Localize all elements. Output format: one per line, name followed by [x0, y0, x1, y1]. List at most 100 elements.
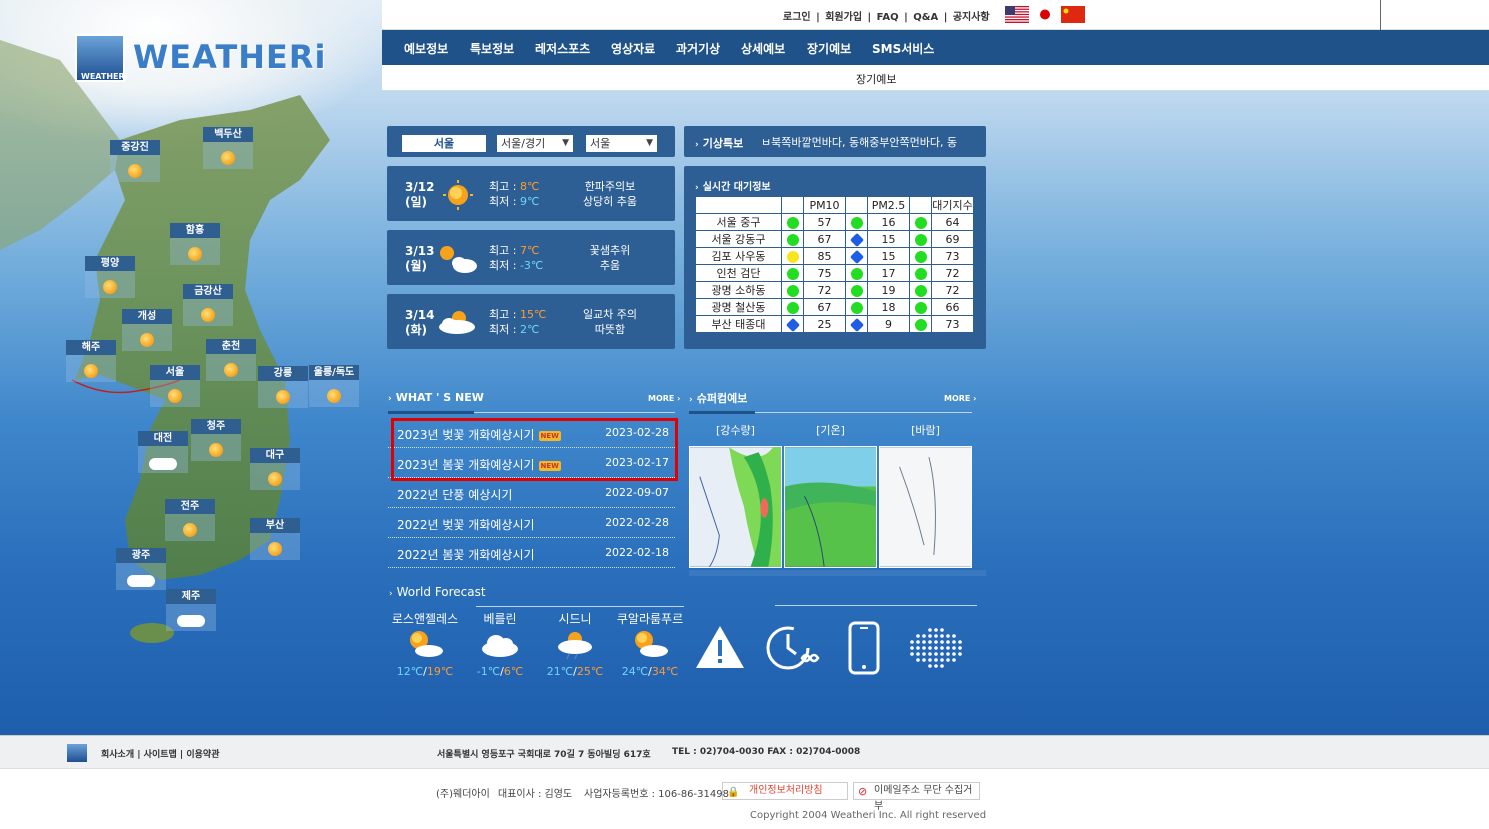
status-dot-icon — [914, 284, 927, 297]
news-item[interactable]: 2022년 벚꽃 개화예상시기 2022-02-28 — [388, 508, 675, 538]
email-policy-button[interactable]: ⊘ 이메일주소 무단 수집거부 — [853, 782, 980, 812]
supercom-more-link[interactable]: MORE › — [944, 394, 976, 403]
login-link[interactable]: 로그인 — [783, 12, 811, 23]
divider — [1380, 0, 1381, 30]
news-item[interactable]: 2022년 봄꽃 개화예상시기 2022-02-18 — [388, 538, 675, 568]
table-header-icon — [781, 196, 804, 214]
wind-map-thumbnail[interactable] — [879, 446, 972, 568]
divider — [775, 605, 977, 606]
qna-link[interactable]: Q&A — [913, 12, 938, 23]
faq-link[interactable]: FAQ — [877, 12, 899, 23]
pm25-level-icon — [845, 230, 868, 248]
city-label[interactable]: 울릉/독도 — [309, 365, 359, 380]
china-flag-icon[interactable] — [1061, 6, 1085, 23]
mobile-phone-icon[interactable] — [836, 620, 892, 676]
top-utility-bar: 로그인 | 회원가입 | FAQ | Q&A | 공지사항 — [382, 0, 1489, 30]
city-label[interactable]: 전주 — [165, 499, 215, 514]
separator: | — [816, 12, 820, 23]
hi-temp: 19℃ — [426, 665, 454, 678]
table-header: 대기지수 — [931, 196, 974, 214]
city-label[interactable]: 개성 — [122, 309, 172, 324]
sub-nav: 장기예보 — [382, 65, 1489, 91]
nav-item-detail[interactable]: 상세예보 — [741, 40, 785, 57]
forecast-card[interactable]: 3/13 (월) 최고 : 7℃ 최저 : -3℃ 꽃샘추위 추움 — [387, 230, 675, 285]
status-dot-icon — [914, 250, 927, 263]
footer-links[interactable]: 회사소개 | 사이트맵 | 이용약관 — [101, 747, 219, 760]
chevron-right-icon: › — [388, 394, 392, 404]
station-name: 광명 소하동 — [695, 281, 782, 299]
world-city-name[interactable]: 시드니 — [535, 610, 615, 627]
separator: | — [904, 12, 908, 23]
region-select[interactable]: 서울/경기 ▼ — [497, 135, 573, 152]
news-item[interactable]: 2022년 단풍 예상시기 2022-09-07 — [388, 478, 675, 508]
nav-item-leisure[interactable]: 레저스포츠 — [535, 40, 590, 57]
chevron-right-icon: › — [695, 140, 699, 150]
world-city-temps: 21℃/25℃ — [535, 665, 615, 678]
city-label[interactable]: 강릉 — [258, 366, 308, 381]
pm10-value: 75 — [803, 264, 846, 282]
city-label[interactable]: 청주 — [191, 419, 241, 434]
city-label[interactable]: 대전 — [138, 431, 188, 446]
city-select[interactable]: 서울 ▼ — [586, 135, 657, 152]
city-label[interactable]: 제주 — [166, 589, 216, 604]
city-label[interactable]: 중강진 — [110, 140, 160, 155]
nav-item-longterm[interactable]: 장기예보 — [807, 40, 851, 57]
city-label[interactable]: 광주 — [116, 548, 166, 563]
notice-link[interactable]: 공지사항 — [953, 12, 990, 23]
pm25-level-icon — [845, 298, 868, 316]
note-line2: 상당히 추움 — [582, 195, 638, 208]
date-text: 3/12 — [405, 180, 435, 194]
city-label[interactable]: 함흥 — [170, 223, 220, 238]
whats-new-more-link[interactable]: MORE › — [648, 394, 680, 403]
note-line2: 따뜻함 — [594, 323, 626, 336]
aqi-value: 66 — [931, 298, 974, 316]
city-label[interactable]: 춘천 — [206, 339, 256, 354]
region-select-value: 서울/경기 — [501, 137, 546, 150]
hi-label: 최고 : — [489, 180, 520, 193]
city-label[interactable]: 백두산 — [203, 127, 253, 142]
dotted-globe-icon[interactable] — [908, 620, 964, 676]
city-label[interactable]: 금강산 — [183, 284, 233, 299]
nav-item-sms[interactable]: SMS서비스 — [872, 40, 934, 57]
nav-item-warning[interactable]: 특보정보 — [470, 40, 514, 57]
japan-flag-icon[interactable] — [1033, 6, 1057, 23]
city-label[interactable]: 서울 — [150, 365, 200, 380]
site-logo[interactable]: WEATHERi WEATHERi — [75, 32, 326, 84]
sun-icon — [443, 180, 473, 210]
nav-item-forecast[interactable]: 예보정보 — [404, 40, 448, 57]
forecast-card[interactable]: 3/12 (일) 최고 : 8℃ 최저 : 9℃ 한파주의보 상당히 추움 — [387, 166, 675, 221]
forecast-card[interactable]: 3/14 (화) 최고 : 15℃ 최저 : 2℃ 일교차 주의 따뜻함 — [387, 294, 675, 349]
day-text: (화) — [405, 323, 428, 337]
us-flag-icon[interactable] — [1005, 6, 1029, 23]
sun-rain-icon — [558, 632, 592, 660]
city-label[interactable]: 해주 — [66, 340, 116, 355]
nav-item-video[interactable]: 영상자료 — [611, 40, 655, 57]
signup-link[interactable]: 회원가입 — [825, 12, 862, 23]
cloud-icon — [482, 635, 518, 657]
warning-panel[interactable]: › 기상특보 ㅂ북쪽바깥먼바다, 동해중부안쪽먼바다, 동 — [684, 126, 986, 157]
lo-temp: 24℃ — [621, 665, 649, 678]
world-city-name[interactable]: 베를린 — [460, 610, 540, 627]
logo-text: WEATHERi — [133, 38, 327, 76]
clock-infinity-icon[interactable] — [764, 620, 820, 676]
world-city-temps: -1℃/6℃ — [460, 665, 540, 678]
world-city-name[interactable]: 로스앤젤레스 — [385, 610, 465, 627]
precipitation-map-thumbnail[interactable] — [689, 446, 782, 568]
sub-nav-current[interactable]: 장기예보 — [856, 71, 896, 87]
day-text: (일) — [405, 195, 428, 209]
city-label[interactable]: 평양 — [85, 256, 135, 271]
privacy-policy-button[interactable]: 🔒 개인정보처리방침 — [722, 782, 848, 800]
world-city-name[interactable]: 쿠알라룸푸르 — [610, 610, 690, 627]
news-title-wrap: 2022년 단풍 예상시기 — [397, 486, 512, 503]
nav-item-past[interactable]: 과거기상 — [676, 40, 720, 57]
city-label[interactable]: 대구 — [250, 448, 300, 463]
warning-icon[interactable] — [692, 620, 748, 676]
status-dot-icon — [785, 317, 800, 332]
city-label[interactable]: 부산 — [250, 518, 300, 533]
warning-ticker[interactable]: ㅂ북쪽바깥먼바다, 동해중부안쪽먼바다, 동 — [761, 134, 957, 150]
table-row: 서울 중구 57 16 64 — [695, 213, 974, 231]
temperature-map-thumbnail[interactable] — [784, 446, 877, 568]
table-header — [695, 196, 782, 214]
forecast-note: 꽃샘추위 추움 — [575, 243, 645, 273]
pm25-value: 15 — [867, 230, 910, 248]
